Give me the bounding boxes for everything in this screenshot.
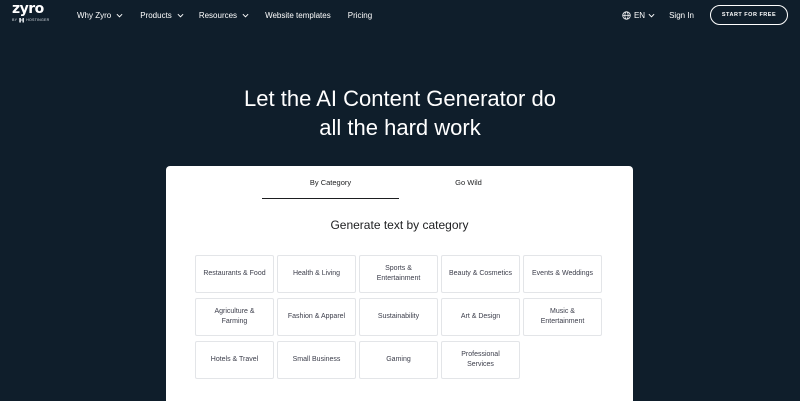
category-chip[interactable]: Events & Weddings (523, 255, 602, 293)
category-chip-line: Entertainment (540, 318, 585, 325)
category-chip-label: Health & Living (293, 269, 340, 279)
category-chip-line: Hotels & Travel (210, 356, 259, 363)
category-chip-label: Small Business (293, 355, 341, 365)
category-grid: Restaurants & Food Health & Living Sports … (195, 255, 602, 379)
generator-tabs: By Category Go Wild (166, 166, 633, 199)
category-chip-label: Gaming (386, 355, 411, 365)
hero-title: Let the AI Content Generator do all the … (0, 84, 800, 142)
category-chip[interactable]: Restaurants & Food (195, 255, 274, 293)
hostinger-logo-icon (19, 17, 25, 23)
category-chip[interactable]: Health & Living (277, 255, 356, 293)
chevron-down-icon (242, 13, 249, 17)
tab-go-wild[interactable]: Go Wild (400, 166, 537, 199)
globe-icon (622, 10, 631, 20)
category-chip[interactable]: Art & Design (441, 298, 520, 336)
nav-link-label: Why Zyro (77, 10, 112, 20)
category-chip-line: Small Business (292, 356, 341, 363)
language-selector[interactable]: EN (622, 11, 655, 20)
category-chip-line: Sports & (385, 265, 412, 272)
nav-link-website-templates[interactable]: Website templates (265, 11, 331, 20)
category-chip[interactable]: Hotels & Travel (195, 341, 274, 379)
zyro-logo[interactable]: zyro BY HOSTINGER (12, 2, 52, 28)
category-chip-label: Professional Services (461, 350, 500, 370)
category-chip[interactable]: Professional Services (441, 341, 520, 379)
start-for-free-button[interactable]: START FOR FREE (710, 5, 788, 25)
category-chip-line: Services (467, 361, 494, 368)
chevron-down-icon (177, 13, 184, 17)
category-chip-line: Agriculture & (214, 308, 255, 315)
nav-link-label: Pricing (347, 10, 373, 20)
hero-title-line-1: Let the AI Content Generator do (244, 86, 556, 111)
category-chip-line: Professional (461, 351, 500, 358)
category-chip-line: Sustainability (377, 313, 420, 320)
category-chip-line: Beauty & Cosmetics (448, 270, 513, 277)
category-chip-line: Music & (550, 308, 575, 315)
nav-right: EN Sign In START FOR FREE (622, 0, 788, 30)
category-chip-label: Events & Weddings (532, 269, 593, 279)
category-chip[interactable]: Agriculture & Farming (195, 298, 274, 336)
category-chip-label: Sports & Entertainment (377, 264, 421, 284)
category-chip-label: Restaurants & Food (203, 269, 265, 279)
category-chip-label: Music & Entertainment (541, 307, 585, 327)
chevron-down-icon (116, 13, 123, 17)
category-chip-label: Beauty & Cosmetics (449, 269, 512, 279)
category-chip-label: Fashion & Apparel (288, 312, 345, 322)
category-chip-line: Art & Design (460, 313, 501, 320)
category-chip[interactable]: Music & Entertainment (523, 298, 602, 336)
card-subtitle: Generate text by category (330, 218, 469, 232)
category-chip-line: Fashion & Apparel (287, 313, 346, 320)
category-chip-line: Restaurants & Food (203, 270, 266, 277)
generator-card: By Category Go Wild Generate text by cat… (166, 166, 633, 401)
logo-wordmark: zyro (12, 1, 44, 17)
hero-title-line-2: all the hard work (319, 115, 481, 140)
top-navigation: zyro BY HOSTINGER Why Zyro Products Resour… (0, 0, 800, 30)
logo-byline-by: BY (12, 18, 18, 22)
logo-byline: BY HOSTINGER (12, 17, 52, 23)
sign-in-link[interactable]: Sign In (669, 11, 694, 20)
category-chip-line: Farming (221, 318, 248, 325)
category-chip-label: Agriculture & Farming (214, 307, 254, 327)
category-chip[interactable]: Small Business (277, 341, 356, 379)
category-chip[interactable]: Sports & Entertainment (359, 255, 438, 293)
tab-by-category[interactable]: By Category (262, 166, 399, 199)
nav-link-why-zyro[interactable]: Why Zyro (77, 11, 123, 20)
category-chip-label: Art & Design (461, 312, 500, 322)
category-chip[interactable]: Beauty & Cosmetics (441, 255, 520, 293)
chevron-down-icon (648, 13, 655, 17)
category-chip-line: Health & Living (292, 270, 341, 277)
category-chip-line: Entertainment (376, 275, 421, 282)
nav-link-label: Products (140, 10, 172, 20)
nav-links: Why Zyro Products Resources Website templat… (77, 0, 372, 30)
category-chip-label: Sustainability (378, 312, 419, 322)
nav-link-label: Resources (198, 10, 238, 20)
nav-link-resources[interactable]: Resources (199, 11, 249, 20)
category-chip[interactable]: Fashion & Apparel (277, 298, 356, 336)
nav-link-products[interactable]: Products (140, 11, 184, 20)
category-chip[interactable]: Sustainability (359, 298, 438, 336)
category-chip[interactable]: Gaming (359, 341, 438, 379)
category-chip-line: Gaming (386, 356, 411, 363)
category-chip-label: Hotels & Travel (211, 355, 258, 365)
language-label: EN (633, 10, 646, 20)
logo-byline-brand: HOSTINGER (26, 18, 50, 22)
nav-link-pricing[interactable]: Pricing (348, 11, 372, 20)
category-chip-line: Events & Weddings (532, 270, 593, 277)
nav-link-label: Website templates (265, 10, 331, 20)
